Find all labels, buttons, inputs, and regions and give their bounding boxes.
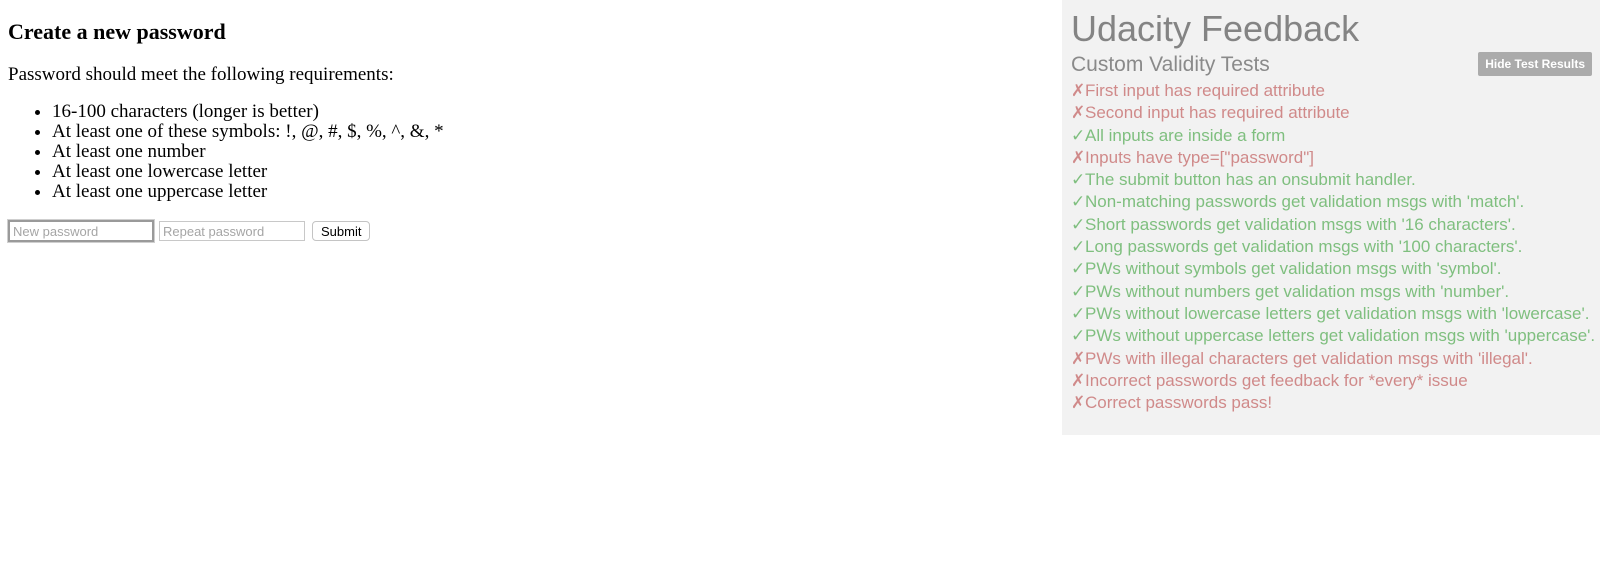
test-result-text: PWs with illegal characters get validati…: [1085, 348, 1533, 368]
requirement-item: At least one lowercase letter: [52, 162, 1028, 182]
requirements-list: 16-100 characters (longer is better) At …: [8, 102, 1028, 202]
cross-icon: ✗: [1071, 147, 1086, 167]
password-form: Submit: [7, 219, 1028, 243]
feedback-title: Udacity Feedback: [1071, 8, 1360, 49]
test-result-item: ✗Correct passwords pass!: [1071, 392, 1595, 414]
requirement-item: At least one of these symbols: !, @, #, …: [52, 122, 1028, 142]
requirement-item: At least one number: [52, 142, 1028, 162]
test-result-text: The submit button has an onsubmit handle…: [1085, 170, 1416, 190]
hide-test-results-button[interactable]: Hide Test Results: [1478, 52, 1592, 76]
test-result-item: ✓All inputs are inside a form: [1071, 125, 1595, 147]
test-result-text: First input has required attribute: [1085, 81, 1326, 100]
test-result-item: ✓Short passwords get validation msgs wit…: [1071, 214, 1595, 236]
requirements-intro: Password should meet the following requi…: [8, 64, 394, 85]
test-result-item: ✓Long passwords get validation msgs with…: [1071, 236, 1595, 258]
test-result-text: PWs without symbols get validation msgs …: [1085, 259, 1502, 279]
test-result-text: Correct passwords pass!: [1085, 393, 1273, 413]
cross-icon: ✗: [1071, 103, 1086, 123]
cross-icon: ✗: [1071, 81, 1086, 100]
check-icon: ✓: [1071, 326, 1086, 346]
check-icon: ✓: [1071, 192, 1086, 212]
new-password-input[interactable]: [7, 219, 155, 243]
test-result-item: ✓PWs without lowercase letters get valid…: [1071, 303, 1595, 325]
cross-icon: ✗: [1071, 348, 1086, 368]
cross-icon: ✗: [1071, 370, 1086, 390]
check-icon: ✓: [1071, 281, 1086, 301]
page-title: Create a new password: [8, 19, 226, 44]
test-result-text: Short passwords get validation msgs with…: [1085, 214, 1516, 234]
requirement-item: 16-100 characters (longer is better): [52, 102, 1028, 122]
check-icon: ✓: [1071, 170, 1086, 190]
test-result-item: ✓PWs without uppercase letters get valid…: [1071, 325, 1595, 347]
check-icon: ✓: [1071, 125, 1086, 145]
test-result-item: ✗Inputs have type=["password"]: [1071, 147, 1595, 169]
test-result-text: PWs without lowercase letters get valida…: [1085, 303, 1590, 323]
test-result-item: ✗PWs with illegal characters get validat…: [1071, 348, 1595, 370]
check-icon: ✓: [1071, 259, 1086, 279]
test-result-text: PWs without numbers get validation msgs …: [1085, 281, 1510, 301]
test-result-text: All inputs are inside a form: [1085, 125, 1286, 145]
test-result-item: ✗Second input has required attribute: [1071, 102, 1595, 124]
test-result-item: ✗Incorrect passwords get feedback for *e…: [1071, 370, 1595, 392]
check-icon: ✓: [1071, 237, 1086, 257]
test-results-list: ✗First input has required attribute ✗Seco…: [1071, 80, 1595, 414]
test-result-item: ✓The submit button has an onsubmit handl…: [1071, 169, 1595, 191]
password-page: Create a new password Password should me…: [7, 0, 1028, 243]
check-icon: ✓: [1071, 303, 1086, 323]
test-result-text: Inputs have type=["password"]: [1085, 147, 1314, 167]
test-result-text: PWs without uppercase letters get valida…: [1085, 326, 1596, 346]
test-result-item: ✓PWs without symbols get validation msgs…: [1071, 258, 1595, 280]
test-result-text: Non-matching passwords get validation ms…: [1085, 192, 1525, 212]
test-result-text: Long passwords get validation msgs with …: [1085, 237, 1523, 257]
test-result-item: ✗First input has required attribute: [1071, 80, 1595, 102]
udacity-feedback-panel: Udacity Feedback Custom Validity Tests H…: [1062, 0, 1600, 435]
requirement-item: At least one uppercase letter: [52, 182, 1028, 202]
feedback-subtitle: Custom Validity Tests: [1071, 53, 1270, 76]
cross-icon: ✗: [1071, 393, 1086, 413]
test-result-text: Second input has required attribute: [1085, 103, 1350, 123]
test-result-item: ✓Non-matching passwords get validation m…: [1071, 191, 1595, 213]
test-result-text: Incorrect passwords get feedback for *ev…: [1085, 370, 1468, 390]
test-result-item: ✓PWs without numbers get validation msgs…: [1071, 281, 1595, 303]
repeat-password-input[interactable]: [159, 221, 305, 241]
submit-button[interactable]: Submit: [312, 221, 371, 241]
check-icon: ✓: [1071, 214, 1086, 234]
